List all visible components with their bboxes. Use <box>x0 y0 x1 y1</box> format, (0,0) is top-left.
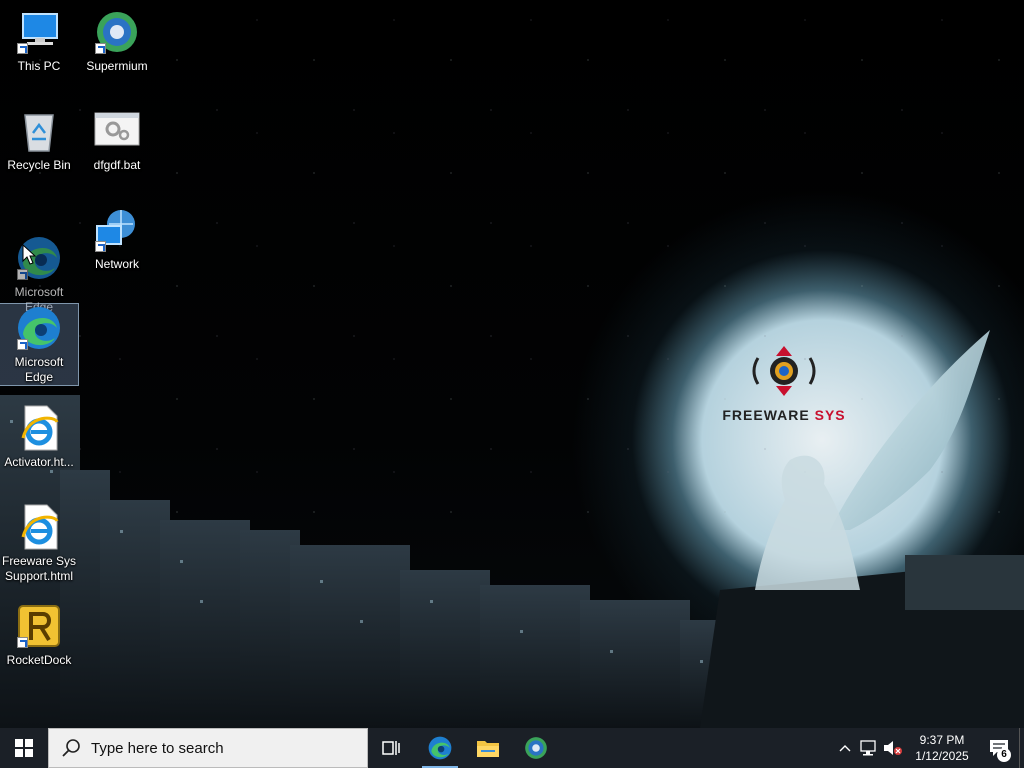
taskbar-edge-button[interactable] <box>416 728 464 768</box>
shortcut-arrow-icon <box>17 269 28 280</box>
desktop-icon-dfgdf-bat[interactable]: dfgdf.bat <box>78 107 156 173</box>
taskbar-search-box[interactable]: Type here to search <box>48 728 368 768</box>
show-desktop-button[interactable] <box>1019 728 1024 768</box>
show-hidden-icons-button[interactable] <box>833 728 857 768</box>
desktop-icon-recycle-bin[interactable]: Recycle Bin <box>0 107 78 173</box>
clock-date: 1/12/2025 <box>915 749 969 763</box>
clock-time: 9:37 PM <box>919 733 965 747</box>
desktop-icon-rocketdock[interactable]: RocketDock <box>0 602 78 668</box>
network-status-button[interactable] <box>857 728 881 768</box>
recycle-bin-icon <box>24 114 54 152</box>
taskbar-file-explorer-button[interactable] <box>464 728 512 768</box>
freeware-sys-emblem-icon <box>752 346 816 396</box>
logo-wordmark: FREEWARE SYS <box>722 407 846 423</box>
desktop-icon-microsoft-edge-dragging[interactable]: Microsoft Edge <box>0 234 78 315</box>
batch-file-icon <box>94 112 140 146</box>
network-status-icon <box>860 740 876 756</box>
taskbar-supermium-button[interactable] <box>512 728 560 768</box>
folder-icon <box>477 741 499 757</box>
search-placeholder: Type here to search <box>91 739 224 757</box>
start-button[interactable] <box>0 728 48 768</box>
task-view-icon <box>382 741 400 755</box>
mouse-cursor-icon <box>22 244 36 265</box>
shortcut-arrow-icon <box>95 43 106 54</box>
shortcut-arrow-icon <box>95 241 106 252</box>
desktop-icon-microsoft-edge[interactable]: Microsoft Edge <box>0 303 79 386</box>
internet-explorer-file-icon <box>21 504 59 550</box>
task-view-button[interactable] <box>368 728 416 768</box>
shortcut-arrow-icon <box>17 637 28 648</box>
desktop-icon-supermium[interactable]: Supermium <box>78 8 156 74</box>
action-center-button[interactable]: 6 <box>979 728 1019 768</box>
chevron-up-icon <box>839 745 851 752</box>
supermium-browser-icon <box>525 737 547 759</box>
internet-explorer-file-icon <box>21 405 59 451</box>
taskbar: Type here to search 9:37 PM 1/12/2025 6 <box>0 728 1024 768</box>
desktop-icon-this-pc[interactable]: This PC <box>0 8 78 74</box>
system-tray: 9:37 PM 1/12/2025 6 <box>833 728 1024 768</box>
taskbar-clock[interactable]: 9:37 PM 1/12/2025 <box>905 732 979 764</box>
desktop-icon-freeware-sys-support[interactable]: Freeware Sys Support.html <box>0 503 78 584</box>
desktop-icon-activator-html[interactable]: Activator.ht... <box>0 404 78 470</box>
shortcut-arrow-icon <box>17 43 28 54</box>
search-icon <box>62 739 80 757</box>
windows-logo-icon <box>15 739 33 757</box>
desktop-icon-network[interactable]: Network <box>78 206 156 272</box>
volume-muted-icon <box>884 741 902 755</box>
freeware-sys-logo: FREEWARE SYS <box>712 346 856 423</box>
notification-count-badge: 6 <box>997 748 1011 762</box>
edge-icon <box>428 736 452 760</box>
volume-button[interactable] <box>881 728 905 768</box>
shortcut-arrow-icon <box>17 339 28 350</box>
desktop[interactable]: FREEWARE SYS This PC Supermium Recycle B… <box>0 0 1024 728</box>
